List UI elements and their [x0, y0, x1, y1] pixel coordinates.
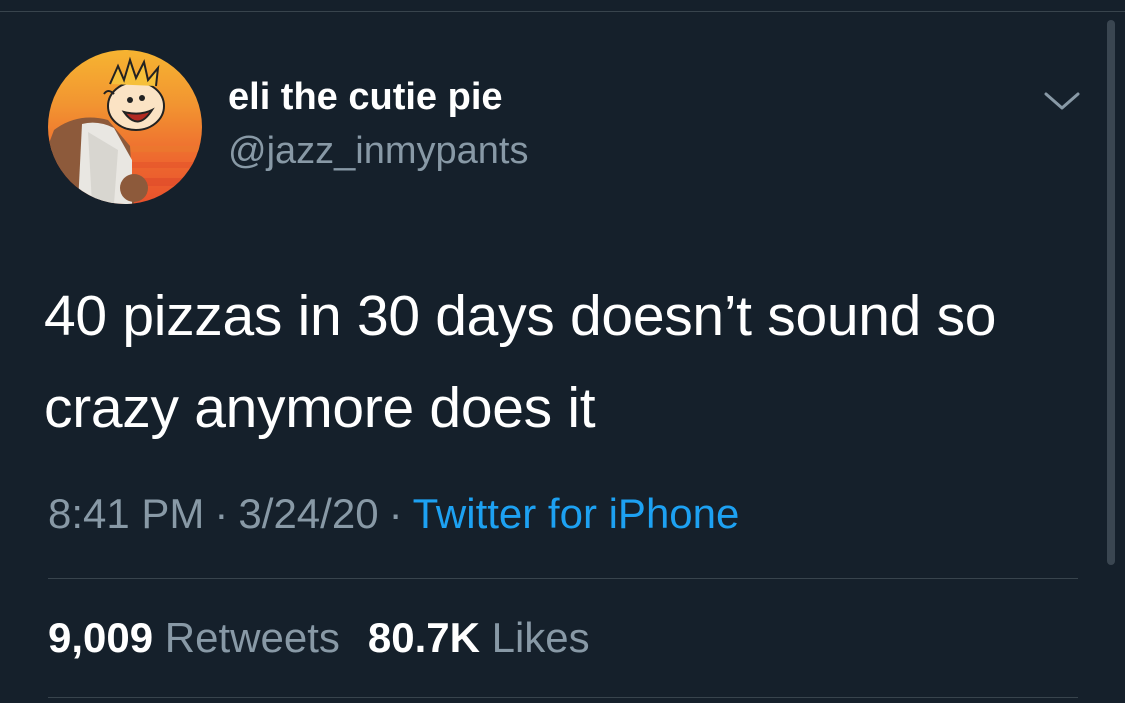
retweets-stat[interactable]: 9,009 Retweets	[48, 614, 340, 661]
tweet-meta: 8:41 PM · 3/24/20 · Twitter for iPhone	[48, 490, 739, 538]
divider	[48, 578, 1078, 579]
top-border	[0, 11, 1125, 12]
likes-stat[interactable]: 80.7K Likes	[368, 614, 590, 661]
divider	[48, 697, 1078, 698]
tweet-date[interactable]: 3/24/20	[238, 490, 378, 537]
meta-separator: ·	[214, 490, 229, 537]
avatar[interactable]	[48, 50, 202, 204]
avatar-image	[48, 50, 202, 204]
tweet-source-link[interactable]: Twitter for iPhone	[413, 490, 740, 537]
retweets-count: 9,009	[48, 614, 154, 661]
retweets-label: Retweets	[164, 614, 340, 661]
user-handle[interactable]: @jazz_inmypants	[228, 130, 528, 173]
tweet-time[interactable]: 8:41 PM	[48, 490, 204, 537]
likes-count: 80.7K	[367, 614, 480, 661]
tweet-text: 40 pizzas in 30 days doesn’t sound so cr…	[44, 284, 997, 440]
tweet-stats: 9,009 Retweets 80.7K Likes	[48, 614, 590, 662]
scrollbar[interactable]	[1107, 20, 1115, 565]
chevron-down-icon[interactable]	[1040, 86, 1084, 116]
meta-separator: ·	[388, 490, 403, 537]
display-name[interactable]: eli the cutie pie	[228, 76, 503, 119]
likes-label: Likes	[491, 614, 590, 661]
